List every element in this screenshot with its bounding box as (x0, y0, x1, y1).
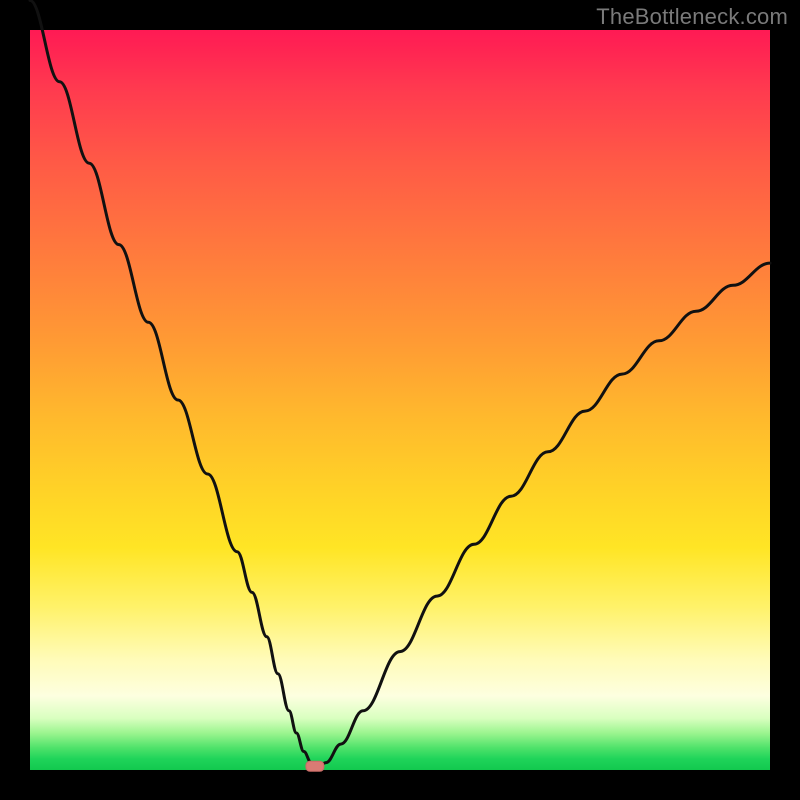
watermark-text: TheBottleneck.com (596, 4, 788, 30)
chart-svg (30, 30, 770, 770)
plot-area (30, 30, 770, 770)
bottleneck-curve (30, 0, 770, 766)
chart-stage: TheBottleneck.com (0, 0, 800, 800)
minimum-marker (306, 761, 324, 771)
